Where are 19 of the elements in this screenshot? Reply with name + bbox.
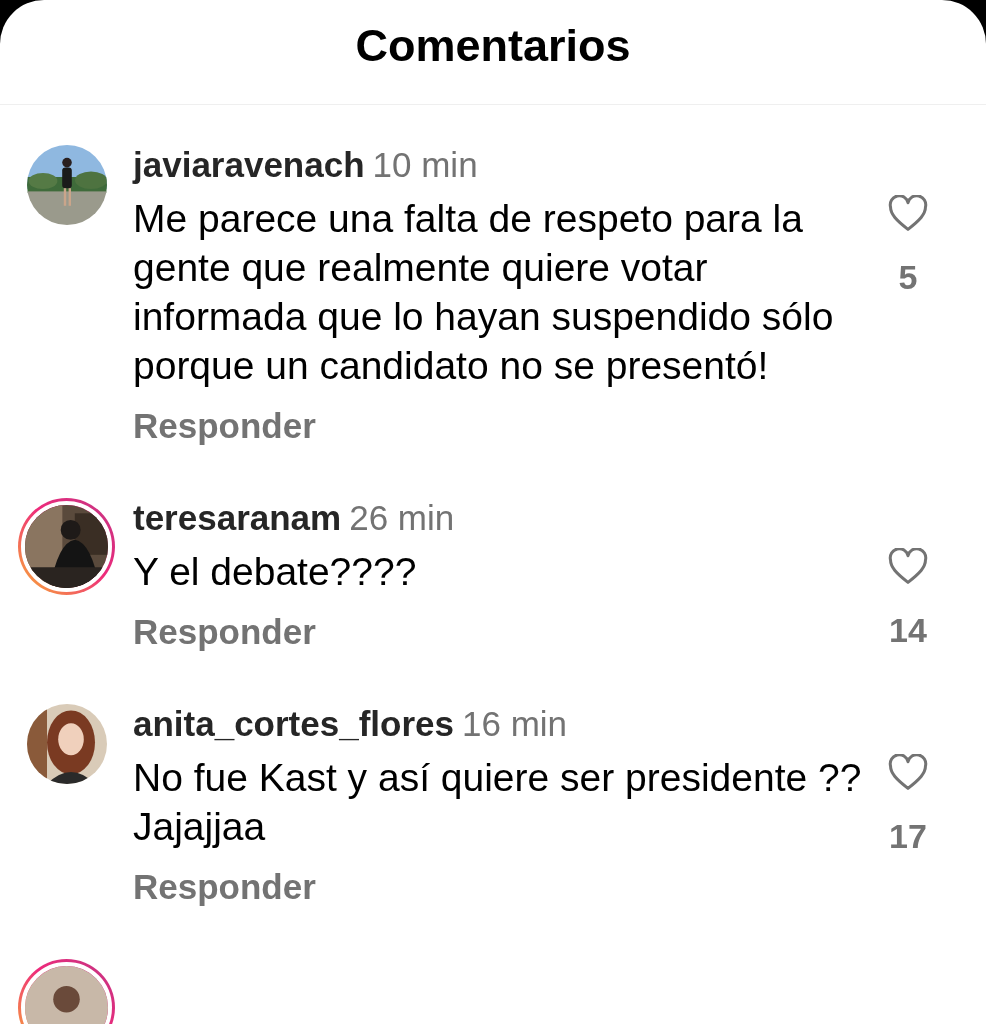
reply-link[interactable]: Responder — [133, 406, 868, 446]
reply-link[interactable]: Responder — [133, 867, 868, 907]
like-count: 17 — [889, 817, 927, 856]
comment-time: 26 min — [349, 498, 455, 537]
username[interactable]: teresaranam — [133, 498, 342, 537]
comment-time: 10 min — [372, 145, 478, 184]
reply-link[interactable]: Responder — [133, 612, 868, 652]
heart-icon[interactable] — [888, 548, 928, 585]
like-count: 14 — [889, 611, 927, 650]
sheet-title: Comentarios — [355, 20, 631, 72]
username[interactable]: javiaravenach — [133, 145, 365, 184]
comment-text: Me parece una falta de respeto para la gente que realmente quiere votar informada que lo hayan suspendido sólo porque un candidato no se presentó! — [133, 196, 835, 389]
comment-time: 16 min — [462, 704, 568, 743]
username[interactable]: anita_cortes_flores — [133, 704, 454, 743]
like-count: 5 — [898, 258, 918, 297]
comment-text: Y el debate???? — [133, 549, 418, 595]
comment-text: No fue Kast y así quiere ser presidente ?? Jajajjaa — [133, 755, 863, 850]
heart-icon[interactable] — [888, 195, 928, 232]
heart-icon[interactable] — [888, 754, 928, 791]
